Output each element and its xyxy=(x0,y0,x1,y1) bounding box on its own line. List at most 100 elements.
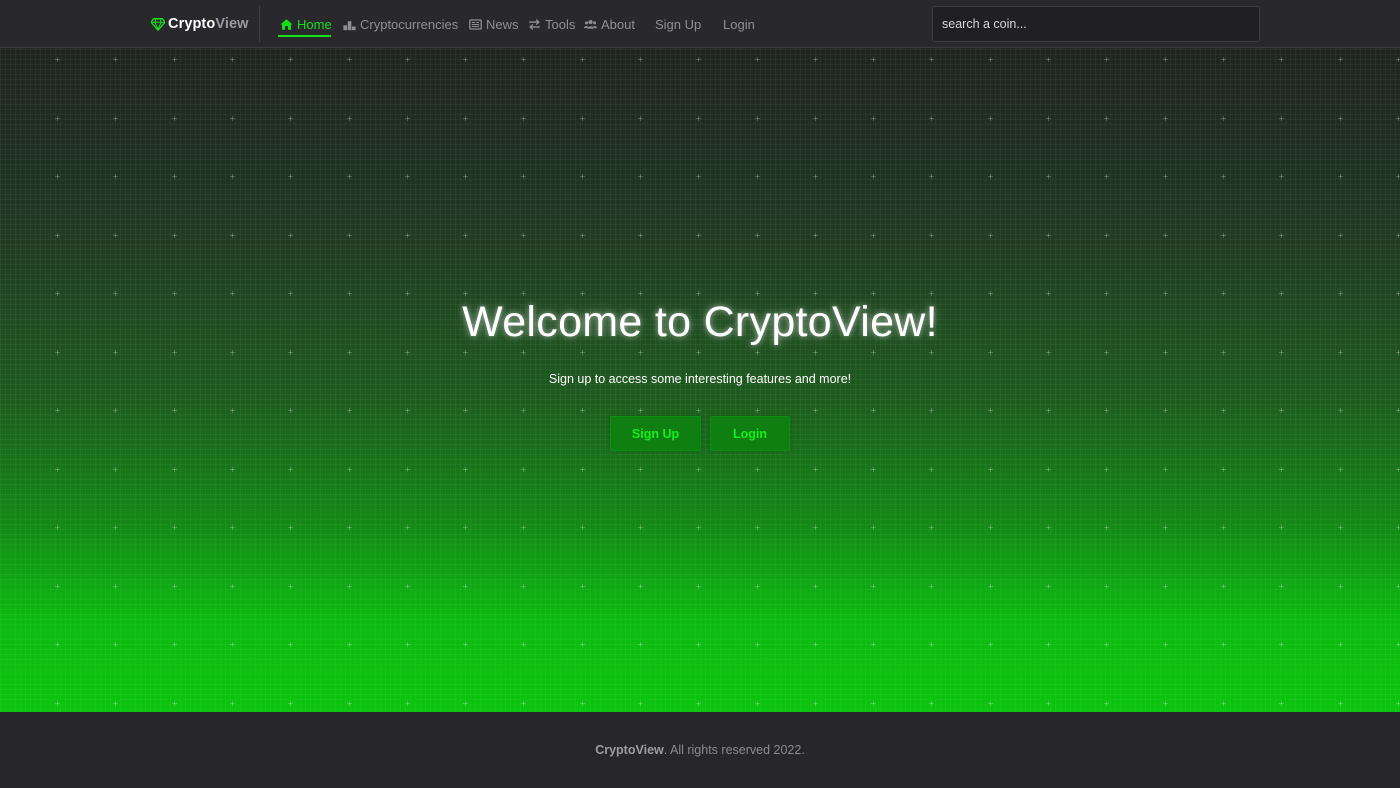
grid-plus-mark xyxy=(347,174,352,179)
nav-tools[interactable]: Tools xyxy=(528,12,575,36)
grid-plus-mark xyxy=(1046,525,1051,530)
grid-plus-mark xyxy=(1104,233,1109,238)
grid-plus-mark xyxy=(1046,467,1051,472)
grid-plus-mark xyxy=(638,233,643,238)
grid-plus-mark xyxy=(347,467,352,472)
grid-plus-mark xyxy=(871,642,876,647)
grid-plus-mark xyxy=(521,174,526,179)
grid-plus-mark xyxy=(1396,350,1400,355)
grid-plus-mark xyxy=(1163,701,1168,706)
grid-plus-mark xyxy=(405,350,410,355)
grid-plus-mark xyxy=(1279,584,1284,589)
grid-plus-mark xyxy=(463,116,468,121)
grid-plus-mark xyxy=(871,408,876,413)
nav-cryptocurrencies[interactable]: Cryptocurrencies xyxy=(343,12,458,36)
grid-plus-mark xyxy=(1338,525,1343,530)
grid-plus-mark xyxy=(1338,642,1343,647)
nav-home[interactable]: Home xyxy=(280,12,332,36)
grid-plus-mark xyxy=(696,233,701,238)
grid-plus-mark xyxy=(405,233,410,238)
grid-plus-mark xyxy=(929,291,934,296)
grid-plus-mark xyxy=(347,116,352,121)
grid-plus-mark xyxy=(988,233,993,238)
grid-plus-mark xyxy=(1046,408,1051,413)
grid-plus-mark xyxy=(696,584,701,589)
nav-news[interactable]: News xyxy=(469,12,519,36)
grid-plus-mark xyxy=(1279,291,1284,296)
grid-plus-mark xyxy=(871,701,876,706)
grid-plus-mark xyxy=(463,642,468,647)
nav-login[interactable]: Login xyxy=(723,12,755,36)
grid-plus-mark xyxy=(288,584,293,589)
grid-plus-mark xyxy=(755,584,760,589)
grid-plus-mark xyxy=(1046,57,1051,62)
grid-plus-mark xyxy=(1279,467,1284,472)
grid-plus-mark xyxy=(638,57,643,62)
grid-plus-mark xyxy=(988,701,993,706)
grid-plus-mark xyxy=(1338,584,1343,589)
grid-plus-mark xyxy=(463,701,468,706)
footer-text: CryptoView. All rights reserved 2022. xyxy=(0,743,1400,757)
nav-divider xyxy=(259,6,260,42)
login-button[interactable]: Login xyxy=(710,416,790,451)
grid-plus-mark xyxy=(230,174,235,179)
grid-plus-mark xyxy=(55,291,60,296)
grid-plus-mark xyxy=(1338,291,1343,296)
grid-plus-mark xyxy=(230,57,235,62)
grid-plus-mark xyxy=(755,467,760,472)
grid-plus-mark xyxy=(988,291,993,296)
grid-plus-mark xyxy=(55,57,60,62)
grid-plus-mark xyxy=(1046,233,1051,238)
grid-plus-mark xyxy=(230,291,235,296)
search-input[interactable] xyxy=(933,7,1259,41)
grid-plus-mark xyxy=(288,467,293,472)
brand-logo[interactable]: CryptoView xyxy=(151,14,249,34)
hero-title: Welcome to CryptoView! xyxy=(462,298,938,346)
grid-plus-mark xyxy=(696,701,701,706)
nav-about[interactable]: About xyxy=(584,12,635,36)
grid-plus-mark xyxy=(871,525,876,530)
grid-plus-mark xyxy=(1163,350,1168,355)
grid-plus-mark xyxy=(1163,57,1168,62)
grid-plus-mark xyxy=(1338,233,1343,238)
grid-plus-mark xyxy=(638,350,643,355)
grid-plus-mark xyxy=(347,291,352,296)
grid-plus-mark xyxy=(1221,57,1226,62)
grid-plus-mark xyxy=(1396,701,1400,706)
grid-plus-mark xyxy=(230,525,235,530)
grid-plus-mark xyxy=(1221,701,1226,706)
grid-plus-mark xyxy=(405,116,410,121)
grid-plus-mark xyxy=(755,525,760,530)
grid-plus-mark xyxy=(580,701,585,706)
grid-plus-mark xyxy=(113,116,118,121)
grid-plus-mark xyxy=(405,174,410,179)
grid-plus-mark xyxy=(988,467,993,472)
grid-plus-mark xyxy=(1279,174,1284,179)
grid-plus-mark xyxy=(988,116,993,121)
grid-plus-mark xyxy=(172,701,177,706)
home-icon xyxy=(280,18,293,30)
grid-plus-mark xyxy=(1396,408,1400,413)
grid-plus-mark xyxy=(1221,350,1226,355)
grid-plus-mark xyxy=(1221,584,1226,589)
grid-plus-mark xyxy=(696,174,701,179)
grid-plus-mark xyxy=(871,291,876,296)
grid-plus-mark xyxy=(988,350,993,355)
nav-signup[interactable]: Sign Up xyxy=(655,12,701,36)
grid-plus-mark xyxy=(1338,701,1343,706)
grid-plus-mark xyxy=(1221,291,1226,296)
grid-plus-mark xyxy=(1279,408,1284,413)
grid-plus-mark xyxy=(55,525,60,530)
signup-button[interactable]: Sign Up xyxy=(610,416,701,451)
grid-plus-mark xyxy=(113,174,118,179)
grid-plus-mark xyxy=(1338,116,1343,121)
grid-plus-mark xyxy=(463,350,468,355)
grid-plus-mark xyxy=(113,233,118,238)
grid-plus-mark xyxy=(1104,174,1109,179)
grid-plus-mark xyxy=(813,525,818,530)
grid-plus-mark xyxy=(288,642,293,647)
grid-plus-mark xyxy=(813,57,818,62)
grid-plus-mark xyxy=(55,116,60,121)
grid-plus-mark xyxy=(113,57,118,62)
grid-plus-mark xyxy=(871,233,876,238)
